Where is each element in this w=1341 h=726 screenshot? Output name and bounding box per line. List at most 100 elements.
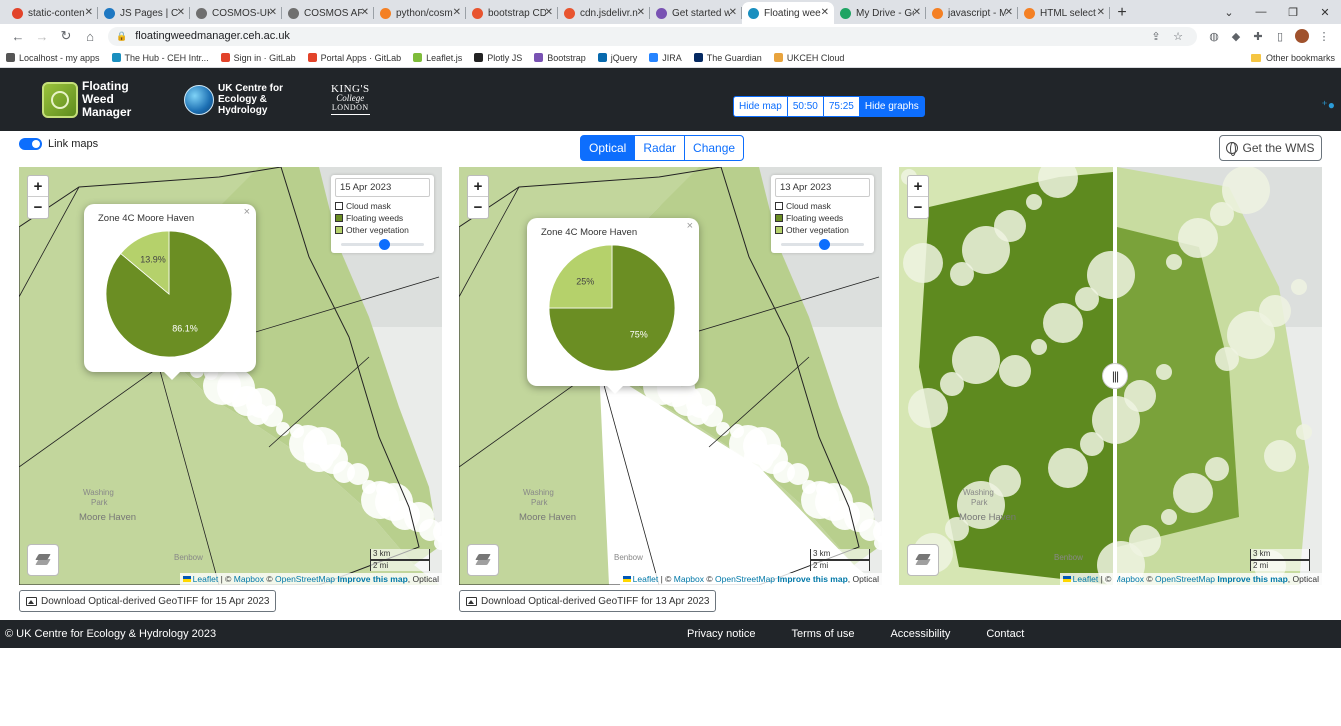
mapbox-link[interactable]: Mapbox — [234, 574, 264, 584]
zoom-in-button[interactable]: + — [28, 176, 48, 197]
layers-button[interactable] — [907, 544, 939, 576]
footer-link[interactable]: Contact — [986, 628, 1024, 640]
restore-icon[interactable]: ❐ — [1277, 0, 1309, 24]
bookmark-item[interactable]: UKCEH Cloud — [773, 53, 844, 63]
view-button[interactable]: Hide map — [733, 96, 788, 117]
zoom-in-button[interactable]: + — [908, 176, 928, 197]
browser-tab[interactable]: COSMOS-UK ✕ — [190, 2, 282, 24]
leaflet-link[interactable]: Leaflet — [193, 574, 219, 584]
leaflet-link[interactable]: Leaflet — [1073, 574, 1099, 584]
minimize-icon[interactable]: — — [1245, 0, 1277, 24]
tab-close-icon[interactable]: ✕ — [729, 7, 737, 18]
bookmark-item[interactable]: Sign in · GitLab — [220, 53, 296, 63]
tab-search-icon[interactable]: ⌄ — [1213, 0, 1245, 24]
fwm-logo[interactable]: Floating Weed Manager — [42, 80, 162, 119]
layers-button[interactable] — [27, 544, 59, 576]
sidepanel-icon[interactable]: ▯ — [1269, 30, 1291, 43]
share-icon[interactable]: ⇪ — [1145, 30, 1167, 43]
osm-link[interactable]: OpenStreetMap — [275, 574, 335, 584]
tab-close-icon[interactable]: ✕ — [177, 7, 185, 18]
footer-link[interactable]: Accessibility — [890, 628, 950, 640]
popup-close-icon[interactable]: × — [244, 206, 250, 218]
tab-close-icon[interactable]: ✕ — [269, 7, 277, 18]
browser-tab[interactable]: COSMOS API ✕ — [282, 2, 374, 24]
footer-link[interactable]: Privacy notice — [687, 628, 755, 640]
kcl-logo[interactable]: KING'S College LONDON — [331, 83, 370, 115]
zoom-out-button[interactable]: − — [28, 197, 48, 218]
bookmark-item[interactable]: The Hub - CEH Intr... — [111, 53, 209, 63]
forward-icon[interactable]: → — [30, 29, 54, 44]
map-panel[interactable]: + − Washing Park Moore Haven Benbow 3 km 2 mi L… — [459, 167, 882, 585]
profile-avatar[interactable] — [1295, 29, 1309, 43]
puzzle-icon[interactable]: ✚ — [1247, 30, 1269, 43]
map-panel[interactable]: + − Washing Park Moore Haven Benbow 3 km 2 mi L… — [19, 167, 442, 585]
improve-map-link[interactable]: Improve this map — [1217, 574, 1287, 584]
browser-tab[interactable]: bootstrap CD ✕ — [466, 2, 558, 24]
ceh-logo[interactable]: UK Centre for Ecology & Hydrology — [184, 83, 313, 116]
bookmark-item[interactable]: JIRA — [649, 53, 682, 63]
leaflet-link[interactable]: Leaflet — [633, 574, 659, 584]
close-window-icon[interactable]: ✕ — [1309, 0, 1341, 24]
browser-tab[interactable]: javascript - M ✕ — [926, 2, 1018, 24]
tab-close-icon[interactable]: ✕ — [637, 7, 645, 18]
mapbox-link[interactable]: Mapbox — [1114, 574, 1144, 584]
download-geotiff-button[interactable]: Download Optical-derived GeoTIFF for 15 … — [19, 590, 277, 612]
menu-icon[interactable]: ⋮ — [1313, 30, 1335, 43]
bookmark-item[interactable]: The Guardian — [693, 53, 762, 63]
extension-2-icon[interactable]: ◆ — [1225, 30, 1247, 43]
tab-close-icon[interactable]: ✕ — [821, 7, 829, 18]
get-wms-button[interactable]: Get the WMS — [1219, 135, 1322, 161]
osm-link[interactable]: OpenStreetMap — [1155, 574, 1215, 584]
view-button[interactable]: Hide graphs — [858, 96, 925, 117]
bookmark-item[interactable]: Plotly JS — [474, 53, 522, 63]
tab-close-icon[interactable]: ✕ — [545, 7, 553, 18]
mode-button-optical[interactable]: Optical — [580, 135, 636, 161]
opacity-slider[interactable] — [775, 238, 870, 250]
home-icon[interactable]: ⌂ — [78, 29, 102, 44]
browser-tab[interactable]: Get started w ✕ — [650, 2, 742, 24]
improve-map-link[interactable]: Improve this map — [337, 574, 407, 584]
map-panel[interactable]: + − Washing Park Moore Haven Benbow 3 km 2 mi L… — [899, 167, 1322, 585]
bookmark-item[interactable]: Portal Apps · GitLab — [307, 53, 401, 63]
browser-tab[interactable]: static-conten ✕ — [6, 2, 98, 24]
browser-tab[interactable]: JS Pages | CE ✕ — [98, 2, 190, 24]
date-input[interactable]: 15 Apr 2023 — [335, 178, 430, 197]
date-input[interactable]: 13 Apr 2023 — [775, 178, 870, 197]
browser-tab[interactable]: python/cosm ✕ — [374, 2, 466, 24]
new-tab-button[interactable]: + — [1110, 2, 1134, 24]
user-icon[interactable]: ⁺● — [1321, 98, 1335, 112]
extension-icon[interactable]: ◍ — [1203, 30, 1225, 43]
link-maps-toggle[interactable]: Link maps — [19, 138, 98, 150]
tab-close-icon[interactable]: ✕ — [913, 7, 921, 18]
footer-link[interactable]: Terms of use — [791, 628, 854, 640]
opacity-slider[interactable] — [335, 238, 430, 250]
tab-close-icon[interactable]: ✕ — [1005, 7, 1013, 18]
mode-button-radar[interactable]: Radar — [634, 135, 686, 161]
osm-link[interactable]: OpenStreetMap — [715, 574, 775, 584]
url-field[interactable]: 🔒 floatingweedmanager.ceh.ac.uk ⇪ ☆ — [108, 26, 1197, 46]
popup-close-icon[interactable]: × — [687, 220, 693, 232]
link-maps-switch[interactable] — [19, 138, 42, 150]
view-button[interactable]: 75:25 — [822, 96, 860, 117]
reload-icon[interactable]: ↻ — [54, 28, 78, 44]
mode-button-change[interactable]: Change — [684, 135, 745, 161]
bookmark-item[interactable]: Leaflet.js — [413, 53, 462, 63]
mapbox-link[interactable]: Mapbox — [674, 574, 704, 584]
slider-thumb[interactable] — [819, 239, 830, 250]
slider-thumb[interactable] — [379, 239, 390, 250]
tab-close-icon[interactable]: ✕ — [361, 7, 369, 18]
tab-close-icon[interactable]: ✕ — [453, 7, 461, 18]
bookmark-star-icon[interactable]: ☆ — [1167, 30, 1189, 43]
back-icon[interactable]: ← — [6, 29, 30, 44]
browser-tab[interactable]: Floating wee ✕ — [742, 2, 834, 24]
browser-tab[interactable]: HTML select ✕ — [1018, 2, 1110, 24]
tab-close-icon[interactable]: ✕ — [85, 7, 93, 18]
improve-map-link[interactable]: Improve this map — [777, 574, 847, 584]
bookmark-item[interactable]: Localhost - my apps — [6, 53, 100, 63]
zoom-out-button[interactable]: − — [908, 197, 928, 218]
other-bookmarks[interactable]: Other bookmarks — [1250, 53, 1335, 63]
download-geotiff-button[interactable]: Download Optical-derived GeoTIFF for 13 … — [459, 590, 717, 612]
view-button[interactable]: 50:50 — [786, 96, 824, 117]
zoom-out-button[interactable]: − — [468, 197, 488, 218]
tab-close-icon[interactable]: ✕ — [1097, 7, 1105, 18]
